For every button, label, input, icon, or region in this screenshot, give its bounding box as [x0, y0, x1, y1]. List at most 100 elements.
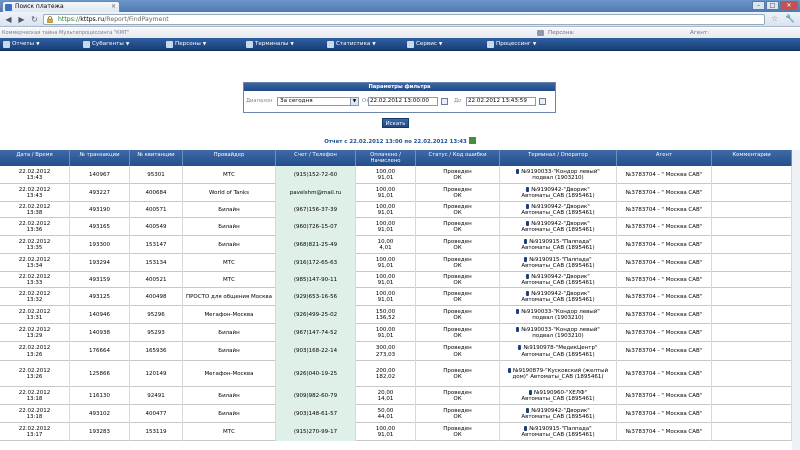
menu-processing[interactable]: Процессинг ▼: [487, 38, 536, 51]
table-row[interactable]: 22.02.2012 13:35 193300 153147 Билайн (968)82…: [0, 236, 800, 254]
table-row[interactable]: 22.02.2012 13:26 176664 165936 Билайн (903)16…: [0, 342, 800, 361]
cell-text: МТС: [223, 428, 235, 435]
cell-text: №9190033-"Кондор левый": [521, 168, 600, 175]
vertical-scrollbar[interactable]: [792, 150, 800, 450]
back-arrow-icon[interactable]: ◀: [4, 15, 13, 24]
cell-text: 116130: [89, 392, 110, 399]
menu-service[interactable]: Сервис ▼: [407, 38, 442, 51]
column-header[interactable]: Дата / Время: [0, 150, 70, 166]
bookmark-star-icon[interactable]: ☆: [771, 14, 778, 23]
column-header[interactable]: № транзакции: [70, 150, 130, 166]
table-row[interactable]: 22.02.2012 13:17 193283 153119 МТС (915)270-9…: [0, 423, 800, 441]
cell-text: №9190942-"Дворик": [531, 203, 590, 210]
column-header[interactable]: Агент: [617, 150, 712, 166]
cell-text: 44,01: [377, 414, 394, 420]
cell-text: Автоматы_САВ (1895461): [521, 351, 595, 358]
search-button[interactable]: Искать: [382, 118, 409, 128]
column-header[interactable]: № квитанции: [130, 150, 183, 166]
cell-text: 92491: [147, 392, 165, 399]
excel-export-icon[interactable]: [468, 137, 476, 144]
lock-icon: [47, 16, 53, 23]
table-cell: (915)152-72-60: [276, 166, 356, 184]
wrench-icon[interactable]: 🔧: [785, 14, 795, 23]
cell-text: 4,01: [379, 245, 392, 251]
table-cell: 193300: [70, 236, 130, 254]
table-row[interactable]: 22.02.2012 13:33 493159 400521 МТС (985)147-9…: [0, 272, 800, 288]
table-row[interactable]: 22.02.2012 13:43 493227 400684 World of Tank…: [0, 184, 800, 202]
company-name: Коммерческая тайна Мультипроцессинга "КМ…: [2, 30, 130, 36]
cell-text: 493102: [89, 410, 110, 417]
cell-text: Автоматы_САВ (1895461): [521, 396, 595, 402]
menu-label: Процессинг: [496, 41, 531, 47]
menu-terminals[interactable]: Терминалы ▼: [246, 38, 294, 51]
terminal-icon: [526, 203, 530, 209]
maximize-button[interactable]: □: [766, 1, 779, 10]
close-window-button[interactable]: ✕: [780, 1, 798, 10]
table-row[interactable]: 22.02.2012 13:29 140938 95293 Билайн (967)147…: [0, 324, 800, 342]
minimize-button[interactable]: –: [752, 1, 765, 10]
table-row[interactable]: 22.02.2012 13:32 493125 400498 ПРОСТО для об…: [0, 288, 800, 306]
menu-statistics[interactable]: Статистика ▼: [327, 38, 376, 51]
cell-text: ОК: [453, 315, 462, 321]
table-cell: №9190879-"Кусковский (желтый дом)" Автома…: [500, 361, 617, 387]
calendar-icon[interactable]: [539, 98, 546, 105]
cell-text: ОК: [453, 432, 462, 438]
table-cell: 95296: [130, 306, 183, 324]
menu-label: Отчеты: [12, 41, 35, 47]
table-cell: Билайн: [183, 387, 276, 405]
table-row[interactable]: 22.02.2012 13:31 140946 95296 Мегафон-Москва…: [0, 306, 800, 324]
table-cell: 493190: [70, 202, 130, 218]
browser-tab[interactable]: Поиск платежа ×: [2, 1, 120, 12]
cell-text: 400684: [145, 189, 167, 196]
table-cell: 193294: [70, 254, 130, 272]
cell-text: 13:29: [26, 333, 43, 339]
calendar-icon[interactable]: [441, 98, 448, 105]
table-cell: ПРОСТО для общения Москва: [183, 288, 276, 306]
table-row[interactable]: 22.02.2012 13:26 125866 120149 Мегафон-Москв…: [0, 361, 800, 387]
reload-icon[interactable]: ↻: [30, 15, 39, 24]
column-header[interactable]: Провайдер: [183, 150, 276, 166]
table-row[interactable]: 22.02.2012 13:34 193294 153134 МТС (916)172-6…: [0, 254, 800, 272]
table-cell: №9190915-"Палпада" Автоматы_САВ (1895461): [500, 254, 617, 272]
column-header[interactable]: Оплачено / Начислено: [356, 150, 416, 166]
table-cell: №9190033-"Кондор левый" подвал (1903210): [500, 324, 617, 342]
column-header[interactable]: Счет / Телефон: [276, 150, 356, 166]
cell-text: 136,52: [375, 315, 396, 321]
menu-reports[interactable]: Отчеты ▼: [3, 38, 40, 51]
menu-subagents[interactable]: Субагенты ▼: [83, 38, 129, 51]
range-select[interactable]: За сегодня ▼: [277, 97, 359, 106]
table-cell: Билайн: [183, 405, 276, 423]
table-row[interactable]: 22.02.2012 13:38 493190 400571 Билайн (967)15…: [0, 202, 800, 218]
column-header[interactable]: Комментарии: [712, 150, 792, 166]
tab-close-icon[interactable]: ×: [111, 2, 116, 12]
address-bar[interactable]: https://kttps.ru/Report/FindPayment: [43, 14, 765, 25]
cell-text: 193294: [89, 259, 110, 266]
cell-text: №3783704 - " Москва САВ": [625, 259, 703, 266]
table-row[interactable]: 22.02.2012 13:18 116130 92491 Билайн (909)982…: [0, 387, 800, 405]
table-row[interactable]: 22.02.2012 13:43 140967 95301 МТС (915)152-72…: [0, 166, 800, 184]
table-cell: №9190033-"Кондор левый" подвал (1903210): [500, 166, 617, 184]
cell-text: Билайн: [218, 206, 240, 213]
column-header[interactable]: Статус / Код ошибки: [416, 150, 500, 166]
table-cell: 176664: [70, 342, 130, 361]
table-row[interactable]: 22.02.2012 13:18 493102 400477 Билайн (903)14…: [0, 405, 800, 423]
table-cell: Мегафон-Москва: [183, 361, 276, 387]
terminal-icon: [516, 168, 520, 174]
terminal-icon: [524, 238, 528, 244]
cell-text: (909)982-60-79: [293, 392, 338, 399]
cell-text: Автоматы_САВ (1895461): [521, 414, 595, 420]
table-cell: Проведен ОК: [416, 184, 500, 202]
cell-text: 91,01: [377, 280, 394, 286]
persons-icon: [166, 41, 173, 48]
cell-text: (915)270-99-17: [293, 428, 338, 435]
cell-text: Автоматы_САВ (1895461): [521, 245, 595, 251]
table-cell: 153119: [130, 423, 183, 441]
from-date-input[interactable]: 22.02.2012 13:00:00: [368, 97, 438, 106]
report-title-text: Отчет с 22.02.2012 13:00 по 22.02.2012 1…: [324, 139, 467, 145]
menu-persons[interactable]: Персоны ▼: [166, 38, 206, 51]
forward-arrow-icon[interactable]: ▶: [17, 15, 26, 24]
column-header[interactable]: Терминал / Оператор: [500, 150, 617, 166]
to-date-input[interactable]: 22.02.2012 13:43:59: [466, 97, 536, 106]
table-row[interactable]: 22.02.2012 13:36 493165 400549 Билайн (960)72…: [0, 218, 800, 236]
cell-text: 153134: [145, 259, 167, 266]
